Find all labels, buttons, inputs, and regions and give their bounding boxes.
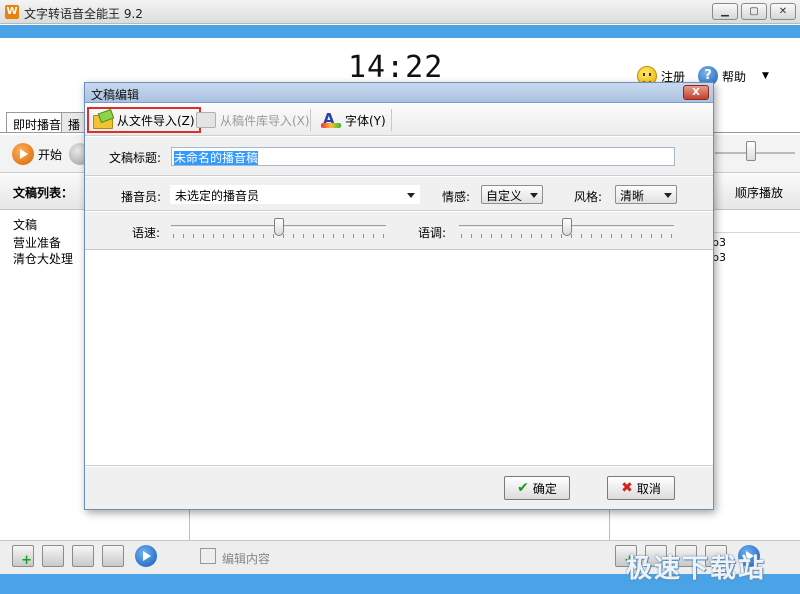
watermark-text: 极速下载站 xyxy=(626,554,767,584)
emotion-label: 情感: xyxy=(442,190,471,204)
play-script-icon[interactable] xyxy=(135,545,157,567)
script-list-label: 文稿列表： xyxy=(13,186,74,200)
window-controls: ▁ ▢ ✕ xyxy=(712,3,796,20)
volume-slider-handle[interactable] xyxy=(746,141,756,161)
style-select[interactable]: 清晰 xyxy=(615,185,677,204)
chevron-down-icon xyxy=(664,193,672,198)
order-play-label[interactable]: 顺序播放 xyxy=(735,184,783,201)
import-from-file-button[interactable]: 从文件导入(Z) xyxy=(87,107,201,133)
move-up-icon[interactable] xyxy=(72,545,94,567)
app-logo-icon: W xyxy=(5,5,19,19)
app-titlebar: W 文字转语音全能王 9.2 ▁ ▢ ✕ xyxy=(0,0,800,24)
announcer-select[interactable]: 未选定的播音员 xyxy=(170,185,420,204)
import-from-library-label: 从稿件库导入(X) xyxy=(220,113,310,128)
speed-slider-handle[interactable] xyxy=(274,218,284,236)
style-select-value: 清晰 xyxy=(620,189,645,203)
font-button[interactable]: 字体(Y) xyxy=(317,107,390,133)
start-label[interactable]: 开始 xyxy=(38,146,62,163)
tab-instant-broadcast[interactable]: 即时播音 xyxy=(6,112,69,133)
dialog-close-icon[interactable]: X xyxy=(683,85,709,100)
edit-content-icon[interactable] xyxy=(200,548,216,564)
list-item-file: p3 xyxy=(712,236,726,249)
close-icon[interactable]: ✕ xyxy=(770,3,796,20)
help-label: 帮助 xyxy=(722,69,747,84)
check-icon: ✔ xyxy=(517,480,529,496)
form-divider xyxy=(85,211,713,212)
title-label: 文稿标题: xyxy=(109,151,162,165)
app-title: 文字转语音全能王 9.2 xyxy=(24,7,143,21)
edit-content-label[interactable]: 编辑内容 xyxy=(222,550,270,567)
move-down-icon[interactable] xyxy=(102,545,124,567)
style-label: 风格: xyxy=(574,190,603,204)
play-icon[interactable] xyxy=(12,143,34,165)
row-divider xyxy=(712,232,800,233)
list-item[interactable]: 清仓大处理 xyxy=(13,250,73,267)
chevron-down-icon[interactable]: ▼ xyxy=(762,71,769,81)
title-input-value: 未命名的播音稿 xyxy=(174,151,259,165)
list-item[interactable]: 营业准备 xyxy=(13,234,61,251)
import-from-file-label: 从文件导入(Z) xyxy=(117,113,195,128)
chevron-down-icon xyxy=(530,193,538,198)
library-icon xyxy=(196,112,216,128)
form-divider xyxy=(85,176,713,177)
script-text-area[interactable] xyxy=(85,251,713,466)
header-band xyxy=(0,25,800,38)
pitch-slider-handle[interactable] xyxy=(562,218,572,236)
list-item-file: p3 xyxy=(712,251,726,264)
announcer-select-value: 未选定的播音员 xyxy=(175,189,260,203)
import-from-library-button[interactable]: 从稿件库导入(X) xyxy=(192,107,314,133)
minimize-icon[interactable]: ▁ xyxy=(712,3,738,20)
maximize-icon[interactable]: ▢ xyxy=(741,3,767,20)
script-edit-dialog: 文稿编辑 X 从文件导入(Z) 从稿件库导入(X) 字体(Y) 文稿标题: 未命… xyxy=(84,82,714,510)
cancel-label: 取消 xyxy=(636,481,661,496)
chevron-down-icon xyxy=(407,193,415,198)
toolbar-separator xyxy=(391,109,392,131)
clock-display: 14:22 xyxy=(348,50,444,85)
folder-open-icon xyxy=(93,112,113,129)
dialog-toolbar: 从文件导入(Z) 从稿件库导入(X) 字体(Y) xyxy=(85,104,713,136)
announcer-label: 播音员: xyxy=(121,190,162,204)
cancel-icon: ✖ xyxy=(621,480,633,496)
emotion-select[interactable]: 自定义 xyxy=(481,185,543,204)
font-icon xyxy=(321,110,341,129)
emotion-select-value: 自定义 xyxy=(486,189,523,203)
delete-script-icon[interactable] xyxy=(42,545,64,567)
ok-button[interactable]: ✔ 确定 xyxy=(504,476,570,500)
cancel-button[interactable]: ✖ 取消 xyxy=(607,476,675,500)
font-label: 字体(Y) xyxy=(345,113,386,128)
speed-label: 语速: xyxy=(132,226,161,240)
dialog-titlebar: 文稿编辑 X xyxy=(85,83,713,103)
add-script-icon[interactable] xyxy=(12,545,34,568)
toolbar-separator xyxy=(310,109,311,131)
dialog-title: 文稿编辑 xyxy=(91,88,140,102)
title-input[interactable]: 未命名的播音稿 xyxy=(171,147,675,166)
pitch-label: 语调: xyxy=(418,226,447,240)
ok-label: 确定 xyxy=(532,481,557,496)
script-column-header: 文稿 xyxy=(13,218,38,232)
